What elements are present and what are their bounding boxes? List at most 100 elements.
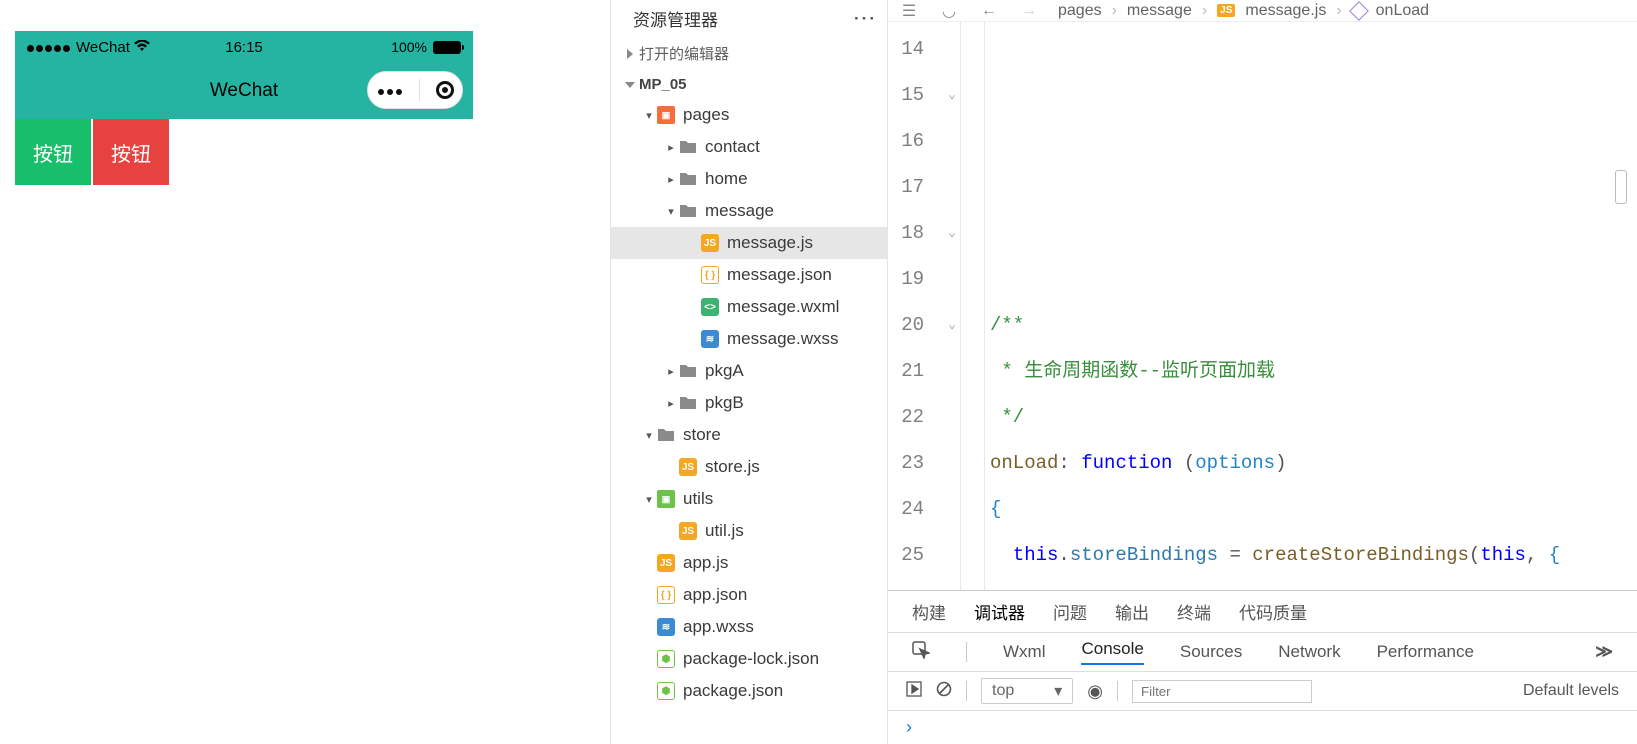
play-icon[interactable] <box>906 681 922 702</box>
capsule-button[interactable] <box>367 71 463 109</box>
tree-node[interactable]: JSstore.js <box>611 451 887 483</box>
bottom-panel: 构建 调试器 问题 输出 终端 代码质量 Wxml Console Sources Networ… <box>888 590 1637 744</box>
close-target-icon[interactable] <box>436 81 454 99</box>
tree-label: store.js <box>705 457 760 477</box>
tree-node[interactable]: ▾▣utils <box>611 483 887 515</box>
levels-selector[interactable]: Default levels <box>1523 682 1619 700</box>
clear-console-icon[interactable] <box>936 681 952 702</box>
tree-node[interactable]: ▾▣pages <box>611 99 887 131</box>
chevron-right-icon[interactable]: ▸ <box>665 141 677 154</box>
js-file-icon: JS <box>657 554 675 572</box>
tree-node[interactable]: JSapp.js <box>611 547 887 579</box>
code-line[interactable]: onLoad: function (options) <box>990 440 1637 486</box>
fold-spacer <box>932 26 960 72</box>
code-line[interactable]: store, <box>990 578 1637 590</box>
fold-toggle-icon[interactable]: ⌄ <box>932 210 960 256</box>
chevron-down-icon[interactable]: ▾ <box>665 205 677 218</box>
tree-node[interactable]: JSutil.js <box>611 515 887 547</box>
explorer-pane: 资源管理器 ··· 打开的编辑器 MP_05 ▾▣pages▸contact▸h… <box>610 0 888 744</box>
fold-toggle-icon[interactable]: ⌄ <box>932 302 960 348</box>
chevron-down-icon[interactable]: ▾ <box>643 109 655 122</box>
folder-icon <box>679 138 697 156</box>
devtools-tab[interactable]: Sources <box>1180 642 1242 662</box>
context-selector[interactable]: top ▾ <box>981 678 1073 704</box>
console-body[interactable]: › <box>888 711 1637 744</box>
chevron-right-icon[interactable]: ▸ <box>665 365 677 378</box>
filter-input[interactable] <box>1132 680 1312 703</box>
tree-node[interactable]: { }message.json <box>611 259 887 291</box>
tree-label: app.wxss <box>683 617 754 637</box>
element-picker-icon[interactable] <box>912 641 930 664</box>
fold-toggle-icon[interactable]: ⌄ <box>932 72 960 118</box>
tree-label: app.json <box>683 585 747 605</box>
tree-node[interactable]: ▾store <box>611 419 887 451</box>
editor-pane: ☰ ◡ ← → pages› message› JS message.js› o… <box>888 0 1637 744</box>
chevron-right-icon[interactable]: ▸ <box>665 397 677 410</box>
list-icon[interactable]: ☰ <box>898 1 920 21</box>
tree-label: home <box>705 169 748 189</box>
tree-node[interactable]: ▸contact <box>611 131 887 163</box>
code-line[interactable]: /** <box>990 302 1637 348</box>
panel-tab[interactable]: 输出 <box>1115 599 1149 624</box>
line-number: 25 <box>888 532 924 578</box>
tree-node[interactable]: <>message.wxml <box>611 291 887 323</box>
sim-button[interactable]: 按钮 <box>93 119 169 185</box>
line-number: 14 <box>888 26 924 72</box>
tree-node[interactable]: ▾message <box>611 195 887 227</box>
chevron-down-icon[interactable]: ▾ <box>643 429 655 442</box>
breadcrumb[interactable]: pages› message› JS message.js› onLoad <box>1058 2 1429 20</box>
code-line[interactable]: */ <box>990 394 1637 440</box>
code-line[interactable]: this.storeBindings = createStoreBindings… <box>990 532 1637 578</box>
devtools-tab[interactable]: Network <box>1278 642 1340 662</box>
wifi-icon <box>134 39 150 56</box>
open-editors-section[interactable]: 打开的编辑器 <box>611 37 887 70</box>
bookmark-icon[interactable]: ◡ <box>938 1 960 21</box>
devtools-tab[interactable]: Performance <box>1377 642 1474 662</box>
menu-dots-icon[interactable] <box>376 82 403 98</box>
line-number: 23 <box>888 440 924 486</box>
devtools-tab[interactable]: Console <box>1081 639 1143 665</box>
fold-spacer <box>932 532 960 578</box>
devtools-tab[interactable]: Wxml <box>1003 642 1045 662</box>
line-number: 24 <box>888 486 924 532</box>
code-line[interactable] <box>990 256 1637 302</box>
project-root[interactable]: MP_05 <box>611 70 887 99</box>
tree-node[interactable]: ▸pkgA <box>611 355 887 387</box>
panel-tab[interactable]: 构建 <box>912 599 946 624</box>
tree-node[interactable]: ⬢package.json <box>611 675 887 707</box>
chevron-down-icon: ▾ <box>1054 681 1062 701</box>
explorer-header: 资源管理器 ··· <box>611 0 887 37</box>
code-line[interactable]: * 生命周期函数--监听页面加载 <box>990 348 1637 394</box>
chevron-right-icon[interactable]: ▸ <box>665 173 677 186</box>
tree-node[interactable]: ⬢package-lock.json <box>611 643 887 675</box>
panel-tab[interactable]: 终端 <box>1177 599 1211 624</box>
tree-node[interactable]: ▸ home <box>611 163 887 195</box>
code-editor[interactable]: 141516171819202122232425 ⌄⌄⌄ /** * 生命周期函… <box>888 22 1637 590</box>
tree-node[interactable]: ≋app.wxss <box>611 611 887 643</box>
eye-icon[interactable]: ◉ <box>1087 681 1103 702</box>
code-line[interactable]: { <box>990 486 1637 532</box>
fold-column[interactable]: ⌄ ⌄ ⌄ <box>932 22 960 590</box>
fold-spacer <box>932 256 960 302</box>
code-body[interactable]: /** * 生命周期函数--监听页面加载 */onLoad: function … <box>960 22 1637 590</box>
line-number: 22 <box>888 394 924 440</box>
more-tabs-icon[interactable]: ≫ <box>1595 642 1613 662</box>
forward-icon[interactable]: → <box>1018 2 1040 20</box>
panel-tab[interactable]: 调试器 <box>974 599 1025 624</box>
tree-label: utils <box>683 489 713 509</box>
tree-node[interactable]: JSmessage.js <box>611 227 887 259</box>
page-body: 按钮按钮 <box>15 119 473 185</box>
sim-button[interactable]: 按钮 <box>15 119 91 185</box>
back-icon[interactable]: ← <box>978 2 1000 20</box>
tree-node[interactable]: ≋message.wxss <box>611 323 887 355</box>
more-icon[interactable]: ··· <box>854 9 877 29</box>
panel-tab[interactable]: 问题 <box>1053 599 1087 624</box>
panel-tab[interactable]: 代码质量 <box>1239 599 1307 624</box>
tree-node[interactable]: ▸pkgB <box>611 387 887 419</box>
tree-node[interactable]: { }app.json <box>611 579 887 611</box>
bracket-indicator-icon <box>1615 170 1627 204</box>
line-number: 20 <box>888 302 924 348</box>
chevron-right-icon <box>627 49 633 59</box>
battery-pct: 100% <box>391 39 427 55</box>
chevron-down-icon[interactable]: ▾ <box>643 493 655 506</box>
